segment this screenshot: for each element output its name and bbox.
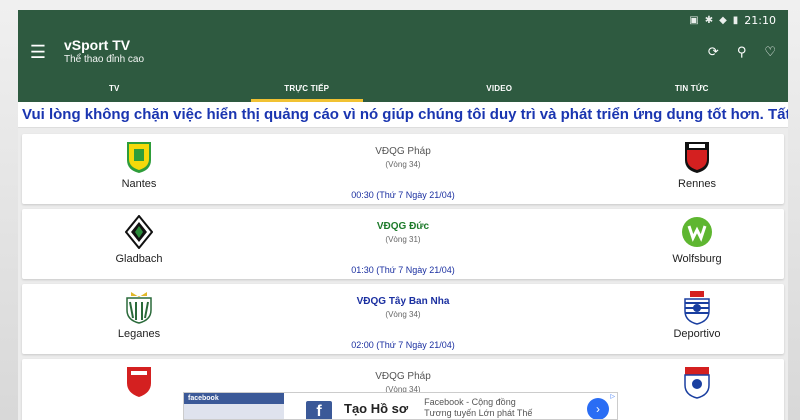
menu-icon[interactable]: ☰: [18, 30, 58, 74]
match-card[interactable]: Gladbach VĐQG Đức (Vòng 31) Wolfsburg 01…: [22, 209, 784, 279]
ad-thumbnail: facebook: [184, 393, 284, 419]
ad-description-line1: Facebook - Cộng đồng: [424, 397, 516, 407]
lyon-crest-icon: [680, 363, 714, 401]
battery-icon: ▮: [732, 14, 739, 26]
kickoff-time: 00:30 (Thứ 7 Ngày 21/04): [351, 190, 455, 200]
app-subtitle: Thể thao đỉnh cao: [64, 54, 145, 65]
status-bar: ▣ ✱ ◆ ▮ 21:10: [18, 10, 788, 30]
home-team-name: Nantes: [121, 178, 157, 190]
facebook-logo-icon: f: [304, 393, 334, 419]
tab-video[interactable]: VIDEO: [403, 74, 596, 102]
refresh-icon[interactable]: ⟳: [708, 45, 719, 60]
deportivo-crest-icon: [680, 288, 714, 326]
match-list: Nantes VĐQG Pháp (Vòng 34) Rennes 00:30 …: [18, 128, 788, 420]
away-team-name: Rennes: [678, 178, 716, 190]
ad-notice-marquee: Vui lòng không chặn việc hiển thị quảng …: [18, 102, 788, 128]
kickoff-time: 01:30 (Thứ 7 Ngày 21/04): [351, 265, 455, 275]
ad-choices-icon[interactable]: ▷: [610, 393, 615, 400]
away-team: Deportivo: [637, 288, 757, 340]
status-time: 21:10: [744, 13, 776, 27]
ad-banner[interactable]: facebook f Tạo Hồ sơ Facebook - Cộng đồn…: [183, 392, 618, 420]
wifi-icon: ◆: [719, 14, 727, 26]
ad-thumbnail-label: facebook: [188, 395, 219, 402]
tab-tv[interactable]: TV: [18, 74, 211, 102]
cast-icon: ▣: [689, 14, 699, 26]
app-title: vSport TV: [64, 37, 131, 53]
ad-title: Tạo Hồ sơ: [344, 401, 409, 416]
away-team-name: Wolfsburg: [672, 253, 722, 265]
search-icon[interactable]: ⚲: [737, 45, 747, 60]
favorite-heart-icon[interactable]: ♡: [764, 45, 776, 60]
tab-bar: TV TRỰC TIẾP VIDEO TIN TỨC: [18, 74, 788, 102]
home-team-name: Leganes: [117, 328, 161, 340]
app-bar: ☰ vSport TV Thể thao đỉnh cao ⟳ ⚲ ♡: [18, 30, 788, 74]
tab-news[interactable]: TIN TỨC: [596, 74, 789, 102]
match-card[interactable]: Nantes VĐQG Pháp (Vòng 34) Rennes 00:30 …: [22, 134, 784, 204]
match-card[interactable]: Leganes VĐQG Tây Ban Nha (Vòng 34) Depor…: [22, 284, 784, 354]
wolfsburg-crest-icon: [680, 213, 714, 251]
away-team: Wolfsburg: [637, 213, 757, 265]
device-frame: ▣ ✱ ◆ ▮ 21:10 ☰ vSport TV Thể thao đỉnh …: [0, 0, 800, 420]
away-team: Rennes: [637, 138, 757, 190]
away-team: [637, 363, 757, 403]
ad-description-line2: Tương tuyến Lớn phát Thế: [424, 408, 533, 418]
ad-open-arrow-icon[interactable]: ›: [587, 398, 609, 419]
away-team-name: Deportivo: [673, 328, 721, 340]
tab-live[interactable]: TRỰC TIẾP: [211, 74, 404, 102]
kickoff-time: 02:00 (Thứ 7 Ngày 21/04): [351, 340, 455, 350]
rennes-crest-icon: [680, 138, 714, 176]
home-team-name: Gladbach: [115, 253, 163, 265]
bluetooth-icon: ✱: [704, 14, 714, 26]
app-screen: ▣ ✱ ◆ ▮ 21:10 ☰ vSport TV Thể thao đỉnh …: [18, 10, 788, 420]
